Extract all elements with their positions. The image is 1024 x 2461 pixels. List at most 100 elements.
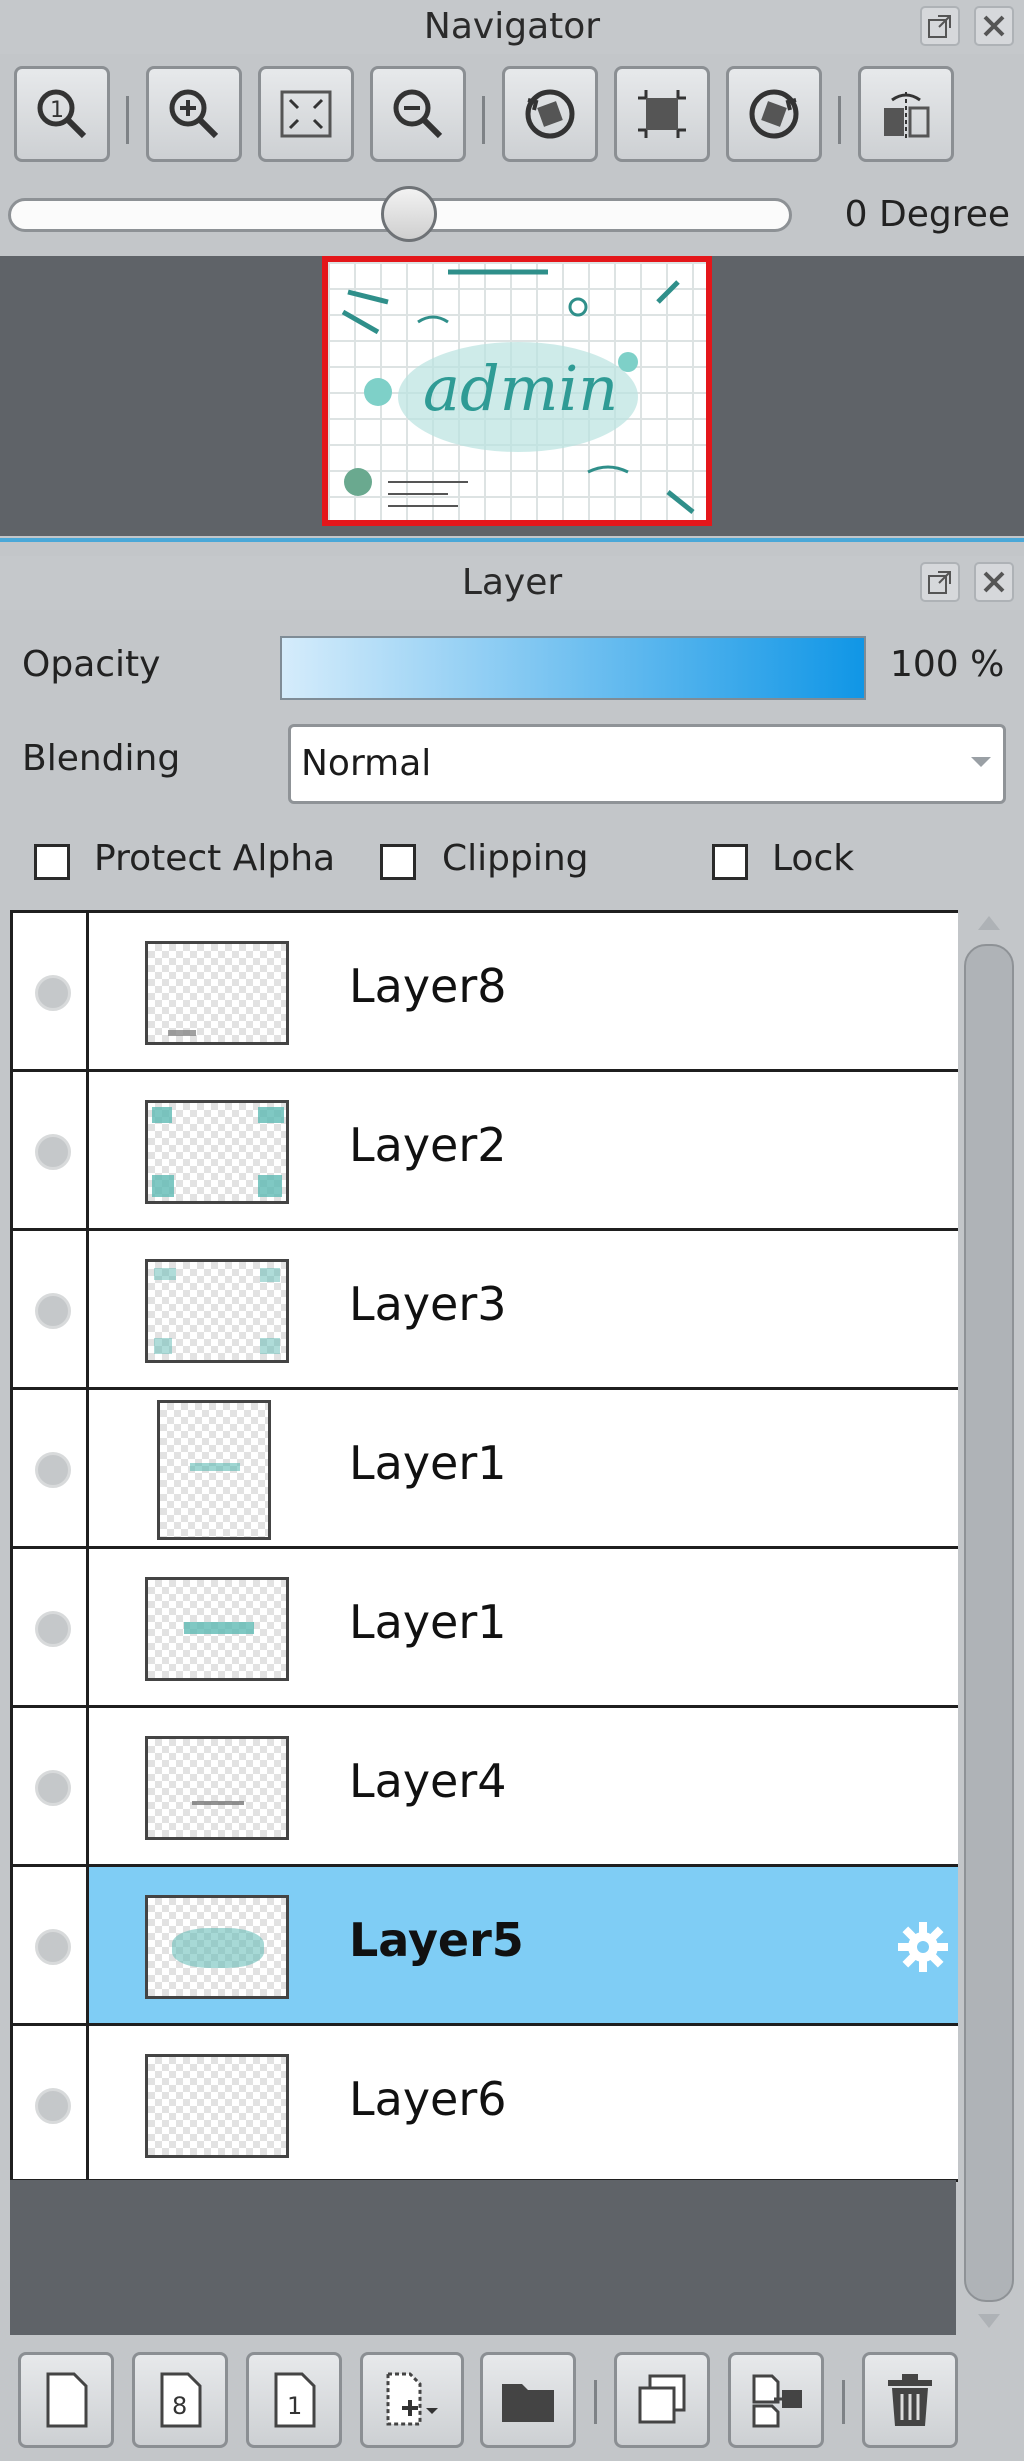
scrollbar-thumb[interactable] [964, 944, 1014, 2302]
layer-row-selected[interactable]: Layer5 [13, 1864, 959, 2023]
new-layer-button[interactable] [18, 2352, 114, 2448]
new-8bit-layer-icon: 8 [160, 2372, 202, 2428]
new-folder-icon [502, 2384, 554, 2422]
layer-list-empty-area [10, 2180, 956, 2335]
zoom-out-button[interactable] [370, 66, 466, 162]
flip-horizontal-button[interactable] [858, 66, 954, 162]
add-layer-dropdown-button[interactable] [360, 2352, 464, 2448]
navigator-toolbar: 1 [0, 56, 1024, 176]
layer-row[interactable]: Layer2 [13, 1069, 959, 1228]
blending-mode-select[interactable]: Normal [288, 724, 1006, 804]
layer-thumbnail [145, 1100, 289, 1204]
navigator-preview-area[interactable]: admin [0, 256, 1024, 536]
fit-to-window-icon [280, 90, 332, 138]
visibility-toggle[interactable] [13, 1231, 89, 1387]
navigator-viewport-frame[interactable]: admin [322, 256, 712, 526]
lock-checkbox[interactable] [712, 844, 748, 880]
visibility-icon [35, 1611, 71, 1647]
visibility-icon [35, 2088, 71, 2124]
protect-alpha-checkbox[interactable] [34, 844, 70, 880]
flip-horizontal-icon [884, 92, 930, 140]
rotate-right-icon [749, 89, 799, 139]
layer-close-button[interactable] [974, 562, 1014, 602]
rotate-left-icon [525, 89, 575, 139]
layer-panel-title: Layer [461, 562, 563, 603]
visibility-toggle[interactable] [13, 1549, 89, 1705]
layer-row[interactable]: Layer4 [13, 1705, 959, 1864]
visibility-icon [35, 1293, 71, 1329]
visibility-icon [35, 1770, 71, 1806]
layer-name: Layer5 [349, 1913, 524, 1967]
toolbar-separator [594, 2380, 597, 2424]
visibility-toggle[interactable] [13, 1708, 89, 1864]
layer-detach-button[interactable] [920, 562, 960, 602]
svg-text:8: 8 [172, 2392, 187, 2420]
layer-name: Layer8 [349, 959, 507, 1013]
panel-divider[interactable] [0, 538, 1024, 542]
visibility-toggle[interactable] [13, 913, 89, 1069]
zoom-in-button[interactable] [146, 66, 242, 162]
layer-bottom-toolbar: 8 1 [0, 2340, 1024, 2461]
delete-layer-button[interactable] [862, 2352, 958, 2448]
merge-down-button[interactable] [728, 2352, 824, 2448]
preview-artwork-text: admin [423, 352, 619, 425]
visibility-toggle[interactable] [13, 2026, 89, 2179]
blending-mode-value: Normal [301, 743, 432, 784]
layer-row[interactable]: Layer1 [13, 1546, 959, 1705]
visibility-icon [35, 1929, 71, 1965]
layer-thumbnail [157, 1400, 271, 1540]
fit-to-window-button[interactable] [258, 66, 354, 162]
clipping-label: Clipping [442, 838, 589, 879]
rotate-right-button[interactable] [726, 66, 822, 162]
duplicate-layer-button[interactable] [614, 2352, 710, 2448]
duplicate-layer-icon [638, 2374, 686, 2424]
new-folder-button[interactable] [480, 2352, 576, 2448]
layer-name: Layer2 [349, 1118, 507, 1172]
navigator-title: Navigator [423, 6, 601, 47]
close-icon [983, 571, 1005, 593]
layer-thumbnail [145, 1577, 289, 1681]
visibility-icon [35, 1452, 71, 1488]
toolbar-separator [838, 96, 841, 144]
visibility-toggle[interactable] [13, 1390, 89, 1546]
scroll-down-arrow-icon[interactable] [978, 2314, 1000, 2328]
opacity-value: 100 % [890, 644, 1005, 685]
gear-icon[interactable] [895, 1919, 951, 1975]
svg-text:1: 1 [50, 98, 64, 123]
layer-list-scrollbar[interactable] [958, 910, 1020, 2335]
layer-row[interactable]: Layer8 [13, 910, 959, 1069]
toolbar-separator [126, 96, 129, 144]
zoom-actual-size-button[interactable]: 1 [14, 66, 110, 162]
close-icon [983, 15, 1005, 37]
merge-down-icon [752, 2374, 802, 2428]
layer-name: Layer6 [349, 2072, 507, 2126]
visibility-icon [35, 975, 71, 1011]
reset-rotation-button[interactable] [614, 66, 710, 162]
opacity-slider[interactable] [280, 636, 866, 700]
trash-icon [888, 2374, 932, 2426]
rotation-slider-handle[interactable] [381, 186, 437, 242]
opacity-label: Opacity [22, 644, 161, 685]
navigator-close-button[interactable] [974, 6, 1014, 46]
visibility-toggle[interactable] [13, 1072, 89, 1228]
visibility-icon [35, 1134, 71, 1170]
new-1bit-layer-button[interactable]: 1 [246, 2352, 342, 2448]
scroll-up-arrow-icon[interactable] [978, 916, 1000, 930]
layer-name: Layer1 [349, 1595, 507, 1649]
layer-name: Layer1 [349, 1436, 507, 1490]
zoom-actual-size-icon: 1 [37, 89, 87, 139]
detach-icon [928, 15, 951, 38]
visibility-toggle[interactable] [13, 1867, 89, 2023]
reset-rotation-icon [638, 90, 686, 138]
layer-row[interactable]: Layer1 [13, 1387, 959, 1546]
protect-alpha-label: Protect Alpha [94, 838, 336, 879]
chevron-down-icon [971, 757, 991, 767]
clipping-checkbox[interactable] [380, 844, 416, 880]
layer-row[interactable]: Layer3 [13, 1228, 959, 1387]
zoom-out-icon [393, 89, 443, 139]
layer-row[interactable]: Layer6 [13, 2023, 959, 2182]
navigator-detach-button[interactable] [920, 6, 960, 46]
rotate-left-button[interactable] [502, 66, 598, 162]
blending-label: Blending [22, 738, 181, 779]
new-8bit-layer-button[interactable]: 8 [132, 2352, 228, 2448]
